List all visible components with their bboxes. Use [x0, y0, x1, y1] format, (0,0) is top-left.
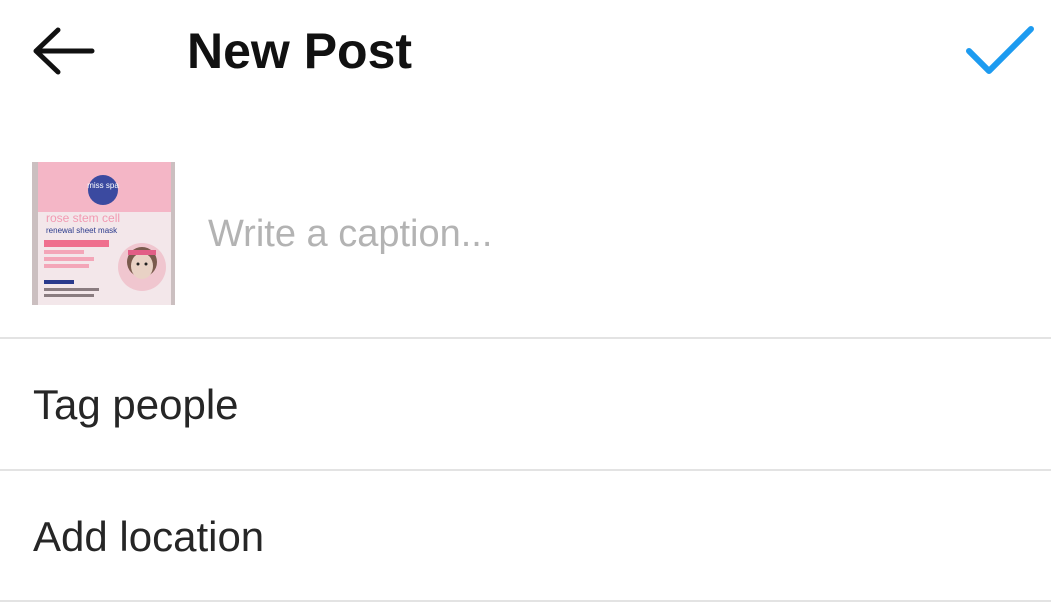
divider [0, 469, 1051, 471]
tag-people-option[interactable]: Tag people [0, 341, 1051, 469]
post-thumbnail[interactable]: miss spa rose stem cell renewal sheet ma… [32, 162, 175, 305]
brand-logo-text: miss spa [87, 181, 119, 190]
product-subtitle-text: renewal sheet mask [46, 226, 118, 235]
header: New Post [0, 0, 1051, 105]
add-location-label: Add location [33, 513, 265, 560]
new-post-screen: New Post miss spa rose stem cell renewal… [0, 0, 1051, 603]
add-location-option[interactable]: Add location [0, 473, 1051, 601]
divider [0, 600, 1051, 602]
product-name-text: rose stem cell [46, 211, 120, 225]
page-title: New Post [187, 23, 413, 79]
arrow-left-icon [33, 27, 95, 75]
caption-row: miss spa rose stem cell renewal sheet ma… [0, 130, 1051, 337]
back-button[interactable] [22, 18, 106, 84]
tag-people-label: Tag people [33, 381, 239, 428]
share-confirm-button[interactable] [955, 14, 1045, 86]
caption-input[interactable] [208, 200, 1008, 268]
checkmark-icon [966, 26, 1034, 74]
product-image: miss spa rose stem cell renewal sheet ma… [32, 162, 175, 305]
divider [0, 337, 1051, 339]
